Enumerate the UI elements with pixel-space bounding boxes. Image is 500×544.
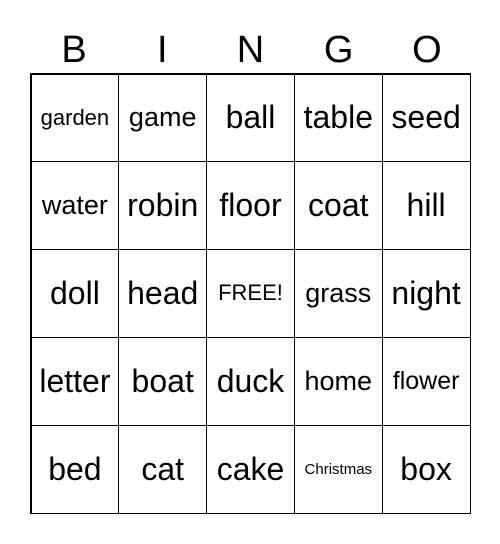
header-letter-b: B [61,29,87,71]
bingo-cell: robin [118,161,208,251]
bingo-header: B I N G O [30,28,471,72]
bingo-cell: garden [30,73,120,163]
bingo-cell: boat [118,336,208,426]
bingo-cell: duck [206,336,295,426]
bingo-cell: letter [30,336,120,426]
bingo-cell: cat [118,424,208,514]
bingo-cell: water [30,161,120,251]
bingo-cell: hill [381,161,471,251]
header-letter-i: I [157,29,168,71]
bingo-grid: garden game ball table seed water robin … [30,73,471,514]
bingo-cell: flower [381,336,471,426]
bingo-cell: seed [381,73,471,163]
bingo-cell: doll [30,249,120,338]
bingo-cell: head [118,249,208,338]
header-letter-g: G [323,29,354,71]
header-letter-n: N [236,29,265,71]
bingo-cell: grass [293,249,383,338]
header-letter-o: O [412,29,442,71]
bingo-cell: bed [30,424,120,514]
bingo-cell: floor [206,161,295,251]
bingo-cell: cake [206,424,295,514]
bingo-cell: ball [206,73,295,163]
free-cell: FREE! [206,249,295,338]
bingo-cell: box [381,424,471,514]
bingo-cell: home [293,336,383,426]
bingo-cell: Christmas [293,424,383,514]
bingo-cell: night [381,249,471,338]
bingo-cell: coat [293,161,383,251]
bingo-cell: game [118,73,208,163]
bingo-cell: table [293,73,383,163]
